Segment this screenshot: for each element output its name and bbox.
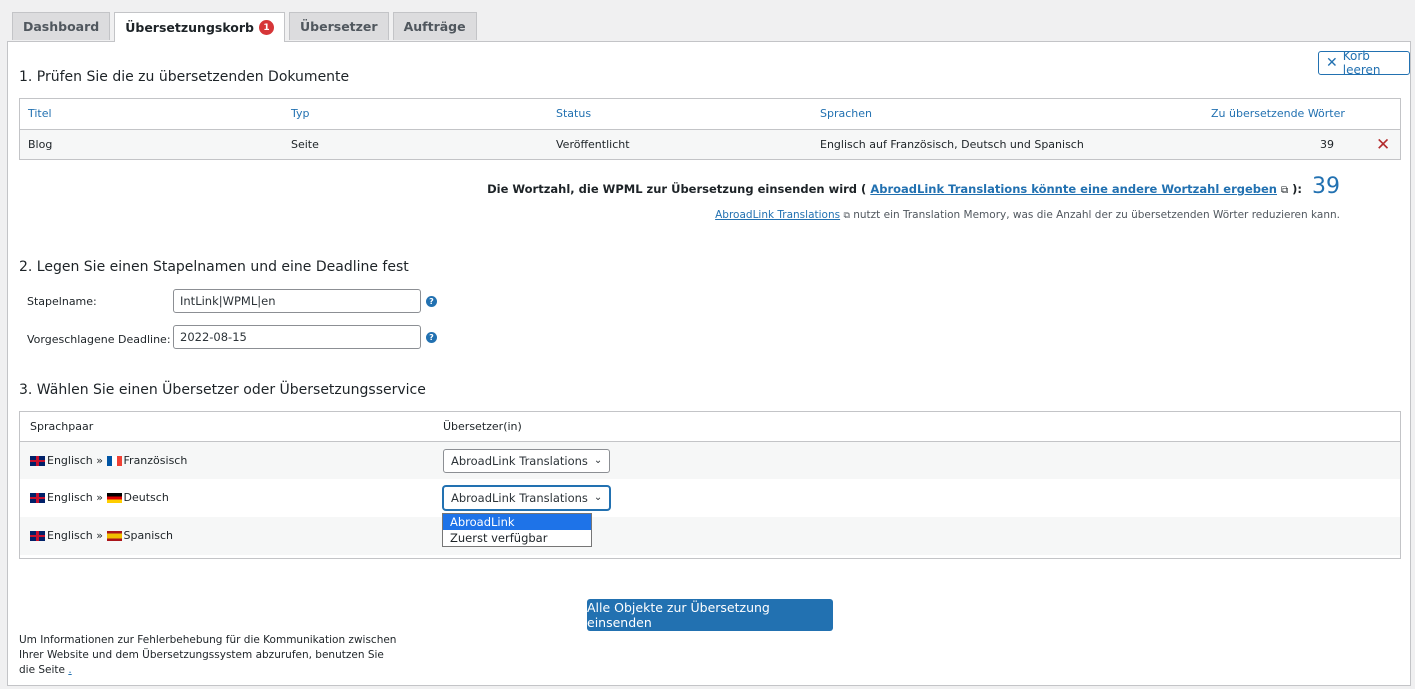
tab-bar: Dashboard Übersetzungskorb 1 Übersetzer … <box>12 12 477 42</box>
de-flag-icon <box>106 493 122 503</box>
batch-name-label: Stapelname: <box>27 295 97 308</box>
table-row: Englisch » Spanisch <box>20 517 1400 555</box>
language-pair: Englisch » Spanisch <box>30 517 173 555</box>
uk-flag-icon <box>30 493 45 503</box>
help-icon[interactable]: ? <box>426 296 437 307</box>
help-icon[interactable]: ? <box>426 332 437 343</box>
language-pair: Englisch » Deutsch <box>30 479 169 517</box>
doc-status: Veröffentlicht <box>556 138 630 151</box>
fr-flag-icon <box>106 456 122 466</box>
table-row: Englisch » Deutsch AbroadLink Translatio… <box>20 479 1400 517</box>
troubleshooting-link[interactable]: . <box>68 664 71 676</box>
word-count-value: 39 <box>1312 174 1340 199</box>
dropdown-option[interactable]: Zuerst verfügbar <box>443 530 591 546</box>
translator-select-de[interactable]: AbroadLink Translations ⌄ <box>443 486 611 510</box>
troubleshooting-note: Um Informationen zur Fehlerbehebung für … <box>19 634 397 676</box>
uk-flag-icon <box>30 531 45 541</box>
section-1-title: 1. Prüfen Sie die zu übersetzenden Dokum… <box>19 69 350 85</box>
batch-name-input[interactable]: IntLink|WPML|en <box>173 289 421 313</box>
service-link[interactable]: AbroadLink Translations <box>715 209 840 221</box>
remove-item-icon[interactable]: ✕ <box>1376 130 1390 160</box>
translator-dropdown-list: AbroadLink Translations Zuerst verfügbar <box>442 513 592 547</box>
doc-languages: Englisch auf Französisch, Deutsch und Sp… <box>820 138 1084 151</box>
basket-panel: ✕ Korb leeren 1. Prüfen Sie die zu übers… <box>7 41 1411 686</box>
section-2-title: 2. Legen Sie einen Stapelnamen und eine … <box>19 259 409 275</box>
submit-translation-button[interactable]: Alle Objekte zur Übersetzung einsenden <box>587 599 833 631</box>
tab-jobs[interactable]: Aufträge <box>392 12 477 40</box>
clear-basket-button[interactable]: ✕ Korb leeren <box>1318 49 1410 77</box>
uk-flag-icon <box>30 456 45 466</box>
translator-select-fr[interactable]: AbroadLink Translations ⌄ <box>443 449 611 473</box>
close-icon: ✕ <box>1326 55 1338 71</box>
chevron-down-icon: ⌄ <box>593 455 603 466</box>
deadline-input[interactable]: 2022-08-15 <box>173 325 421 349</box>
word-count-line: Die Wortzahl, die WPML zur Übersetzung e… <box>487 174 1340 199</box>
doc-title: Blog <box>28 138 53 151</box>
table-header-row: Sprachpaar Übersetzer(in) <box>20 412 1400 441</box>
tab-translation-basket[interactable]: Übersetzungskorb 1 <box>114 12 286 42</box>
tab-dashboard[interactable]: Dashboard <box>12 12 111 40</box>
col-title[interactable]: Titel <box>28 99 52 129</box>
dropdown-option[interactable]: AbroadLink Translations <box>443 514 591 545</box>
word-count-link[interactable]: AbroadLink Translations könnte eine ande… <box>870 182 1277 196</box>
col-type[interactable]: Typ <box>291 99 310 129</box>
external-link-icon: ⧉ <box>1281 185 1289 196</box>
documents-table: Titel Typ Status Sprachen Zu übersetzend… <box>19 98 1401 160</box>
language-pair: Englisch » Französisch <box>30 442 187 480</box>
deadline-label: Vorgeschlagene Deadline: <box>27 333 171 346</box>
table-row: Englisch » Französisch AbroadLink Transl… <box>20 441 1400 479</box>
col-status[interactable]: Status <box>556 99 591 129</box>
section-3-title: 3. Wählen Sie einen Übersetzer oder Über… <box>19 382 426 398</box>
chevron-down-icon: ⌄ <box>593 492 603 503</box>
col-words[interactable]: Zu übersetzende Wörter <box>1211 99 1345 129</box>
col-languages[interactable]: Sprachen <box>820 99 872 129</box>
basket-count-badge: 1 <box>259 20 275 35</box>
doc-words: 39 <box>1320 138 1334 151</box>
table-row: Blog Seite Veröffentlicht Englisch auf F… <box>20 129 1400 159</box>
translation-memory-note: AbroadLink Translations ⧉ nutzt ein Tran… <box>715 209 1340 221</box>
translators-table: Sprachpaar Übersetzer(in) Englisch » Fra… <box>19 411 1401 559</box>
tab-translators[interactable]: Übersetzer <box>289 12 389 40</box>
col-translator: Übersetzer(in) <box>443 420 522 433</box>
table-header-row: Titel Typ Status Sprachen Zu übersetzend… <box>20 99 1400 129</box>
col-language-pair: Sprachpaar <box>30 420 94 433</box>
es-flag-icon <box>106 531 122 541</box>
doc-type: Seite <box>291 138 319 151</box>
